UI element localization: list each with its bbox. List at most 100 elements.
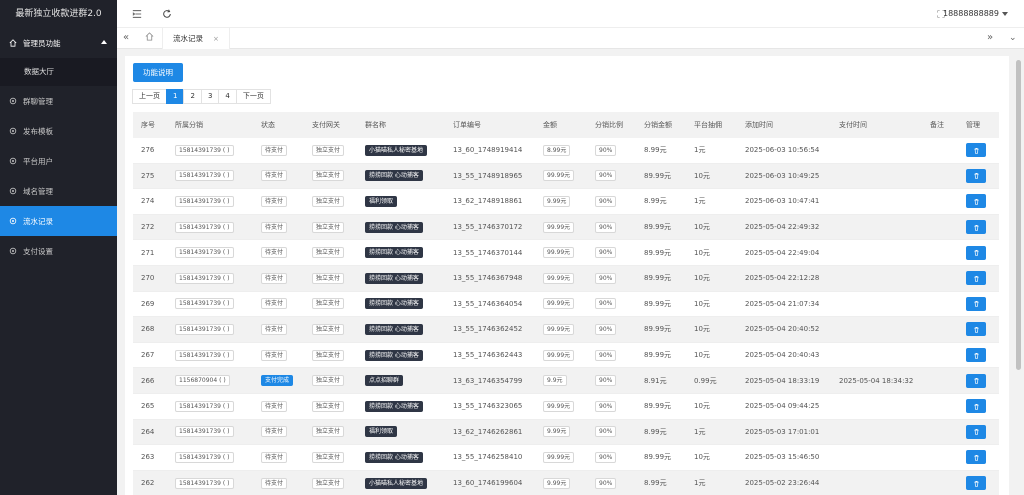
col-group: 福利领取 [365, 189, 398, 214]
delete-button[interactable] [966, 373, 986, 388]
col-distributor: 15814391739 ( ) [175, 445, 234, 470]
col-commission: 1元 [694, 479, 706, 488]
status-badge: 待支付 [261, 221, 288, 233]
col-status: 待支付 [261, 471, 288, 495]
col-ratio: 90% [595, 292, 617, 317]
delete-button[interactable] [966, 220, 986, 235]
page-3-button[interactable]: 3 [200, 89, 220, 104]
col-gateway: 独立支付 [312, 394, 345, 419]
settings-icon [8, 96, 18, 106]
col-commission: 10元 [694, 402, 710, 411]
table-row: 264 15814391739 ( ) 待支付 独立支付 福利领取 13_62_17462… [133, 419, 999, 446]
col-added: 2025-06-03 10:49:25 [745, 171, 820, 180]
col-manage [966, 292, 986, 317]
col-commission: 0.99元 [694, 376, 717, 385]
next-page-button[interactable]: 下一页 [235, 89, 271, 104]
col-status: 待支付 [261, 266, 288, 291]
delete-button[interactable] [966, 296, 986, 311]
status-badge: 支付完成 [261, 375, 294, 387]
col-ratio: 90% [595, 317, 617, 342]
col-ratio: 90% [595, 189, 617, 214]
group-name-badge: 捞捞回款 心动捕客 [365, 298, 423, 310]
col-dist-amount: 89.99元 [644, 351, 672, 360]
col-manage [966, 471, 986, 495]
col-dist-amount: 89.99元 [644, 299, 672, 308]
group-name-badge: 福利领取 [365, 426, 398, 438]
col-distributor-tag: 15814391739 ( ) [175, 247, 234, 259]
home-tab-icon[interactable] [145, 32, 154, 45]
tab-close-icon[interactable]: × [213, 35, 219, 43]
col-index-header: 序号 [141, 121, 155, 129]
delete-button[interactable] [966, 245, 986, 260]
table-row: 266 1156870904 ( ) 支付完成 独立支付 点点招聊群 13_63_1746… [133, 368, 999, 394]
trash-icon [973, 327, 979, 333]
col-status: 待支付 [261, 343, 288, 368]
col-distributor-tag: 15814391739 ( ) [175, 400, 234, 412]
col-added: 2025-05-04 20:40:43 [745, 351, 820, 360]
delete-button[interactable] [966, 271, 986, 286]
col-gateway: 独立支付 [312, 164, 345, 189]
prev-page-button[interactable]: 上一页 [132, 89, 167, 104]
delete-button[interactable] [966, 424, 986, 439]
col-amount-tag: 99.99元 [543, 349, 575, 361]
page-scrollbar[interactable] [1012, 56, 1024, 495]
col-amount: 99.99元 [543, 394, 575, 419]
group-name-badge: 捞捞回款 心动捕客 [365, 247, 423, 259]
col-index: 275 [141, 171, 155, 180]
sidebar-item-pay-settings[interactable]: 支付设置 [0, 236, 117, 266]
col-distributor-tag: 1156870904 ( ) [175, 375, 230, 387]
sidebar-item-admin[interactable]: 管理员功能 [0, 28, 117, 58]
delete-button[interactable] [966, 348, 986, 363]
col-added: 2025-05-03 17:01:01 [745, 427, 820, 436]
col-commission: 1元 [694, 197, 706, 206]
col-gateway-tag: 独立支付 [312, 144, 345, 156]
col-order: 13_55_1746367948 [453, 274, 523, 283]
col-dist-amount: 89.99元 [644, 325, 672, 334]
col-commission: 10元 [694, 223, 710, 232]
col-gateway: 独立支付 [312, 138, 345, 163]
sidebar-item-data-hall[interactable]: 数据大厅 [0, 58, 117, 86]
delete-button[interactable] [966, 322, 986, 337]
page-1-button[interactable]: 1 [166, 89, 185, 104]
sidebar-item-domains[interactable]: 域名管理 [0, 176, 117, 206]
col-gateway-tag: 独立支付 [312, 170, 345, 182]
delete-button[interactable] [966, 143, 986, 158]
col-group: 捞捞回款 心动捕客 [365, 164, 423, 189]
sidebar-item-users[interactable]: 平台用户 [0, 146, 117, 176]
menu-toggle-icon[interactable] [131, 8, 143, 20]
tab-flow-records[interactable]: 流水记录 × [162, 28, 230, 49]
tabs-menu-icon[interactable]: ⌄ [1009, 32, 1017, 44]
scrollbar-thumb[interactable] [1016, 60, 1021, 370]
page-2-button[interactable]: 2 [183, 89, 202, 104]
col-order: 13_55_1746258410 [453, 453, 523, 462]
col-distributor: 15814391739 ( ) [175, 240, 234, 265]
col-ratio-tag: 90% [595, 195, 617, 207]
delete-button[interactable] [966, 476, 986, 491]
col-distributor: 15814391739 ( ) [175, 317, 234, 342]
delete-button[interactable] [966, 450, 986, 465]
col-amount-tag: 99.99元 [543, 451, 575, 463]
delete-button[interactable] [966, 194, 986, 209]
table-body: 276 15814391739 ( ) 待支付 独立支付 小猫喵私人秘密基地 13_60_… [133, 138, 999, 495]
col-ratio-tag: 90% [595, 247, 617, 259]
col-index: 265 [141, 402, 155, 411]
sidebar-item-template[interactable]: 发布模板 [0, 116, 117, 146]
refresh-icon[interactable] [161, 8, 173, 20]
trash-icon [973, 352, 979, 359]
tabs-prev-icon[interactable]: « [123, 32, 129, 44]
col-gateway: 独立支付 [312, 266, 345, 291]
home-icon [8, 38, 18, 48]
col-manage [966, 240, 986, 265]
tabs-next-icon[interactable]: » [987, 32, 993, 44]
sidebar-item-group-manage[interactable]: 群聊管理 [0, 86, 117, 116]
user-menu[interactable]: 18888888889 [943, 9, 1008, 18]
col-distributor: 15814391739 ( ) [175, 215, 234, 240]
trash-icon [973, 199, 979, 205]
page-4-button[interactable]: 4 [218, 89, 237, 104]
col-index: 263 [141, 453, 155, 462]
delete-button[interactable] [966, 399, 986, 414]
help-button[interactable]: 功能说明 [133, 63, 183, 82]
sidebar-item-flow-records[interactable]: 流水记录 [0, 206, 117, 236]
delete-button[interactable] [966, 168, 986, 183]
table-header: 序号 所属分销 状态 支付网关 群名称 订单编号 金额 分销比例 分销金额 平台抽佣 添加时间 支付时… [133, 112, 999, 138]
